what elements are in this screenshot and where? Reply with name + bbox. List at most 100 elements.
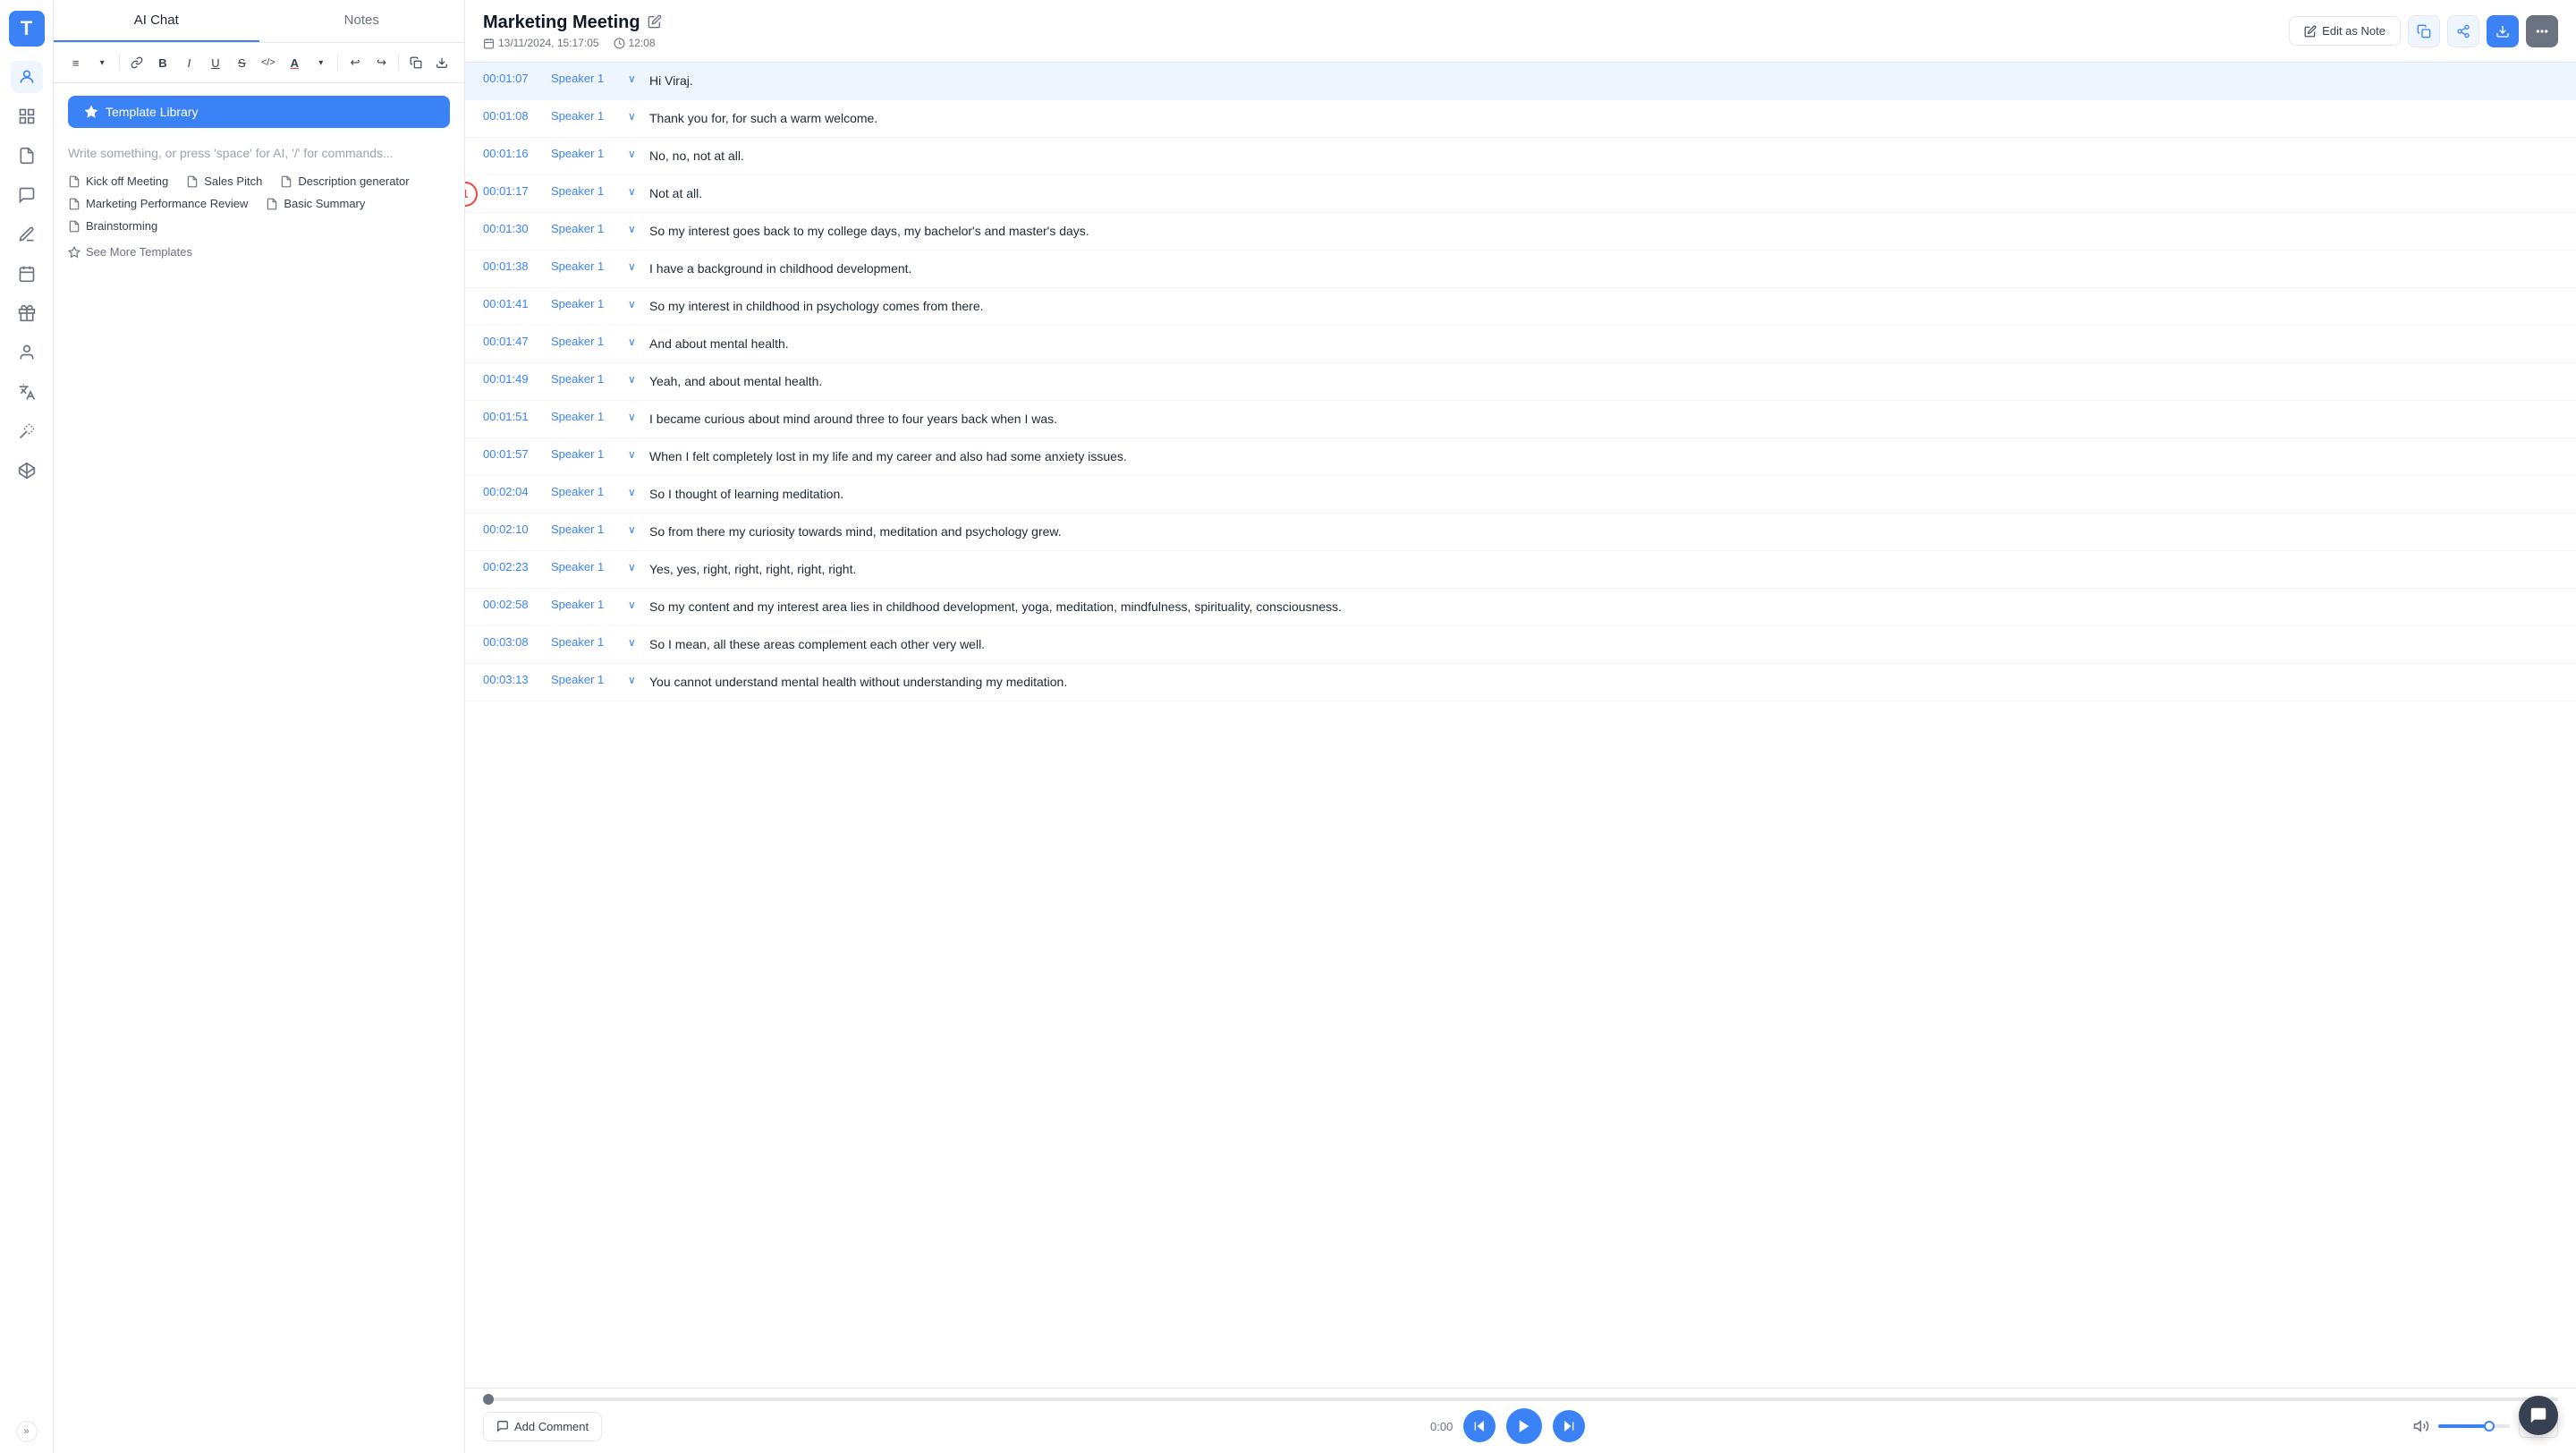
toolbar-bold-btn[interactable]: B	[151, 50, 174, 75]
skip-back-btn[interactable]	[1463, 1410, 1496, 1442]
template-kick-off[interactable]: Kick off Meeting	[68, 174, 168, 188]
speaker-2[interactable]: Speaker 1	[551, 147, 621, 160]
toolbar-font-color-btn[interactable]: A	[284, 50, 306, 75]
timestamp-16[interactable]: 00:03:13	[483, 673, 544, 686]
toolbar-font-color-down-btn[interactable]: ▾	[309, 50, 332, 75]
title-edit-icon[interactable]	[648, 14, 662, 31]
volume-icon[interactable]	[2413, 1418, 2429, 1434]
progress-thumb[interactable]	[483, 1394, 494, 1405]
timestamp-3[interactable]: 00:01:17	[483, 184, 544, 198]
sidebar-icon-chat[interactable]	[11, 179, 43, 211]
speaker-10[interactable]: Speaker 1	[551, 447, 621, 461]
tab-notes[interactable]: Notes	[259, 0, 465, 42]
chevron-16[interactable]: ∨	[628, 674, 642, 686]
sidebar-icon-pen[interactable]	[11, 218, 43, 251]
template-basic-summary[interactable]: Basic Summary	[266, 197, 365, 210]
speaker-5[interactable]: Speaker 1	[551, 259, 621, 273]
template-brainstorming[interactable]: Brainstorming	[68, 219, 157, 233]
speaker-0[interactable]: Speaker 1	[551, 72, 621, 85]
add-comment-btn[interactable]: Add Comment	[483, 1412, 602, 1441]
template-library-btn[interactable]: Template Library	[68, 96, 450, 128]
toolbar-hamburger-btn[interactable]: ≡	[64, 50, 87, 75]
sidebar-icon-magic[interactable]	[11, 415, 43, 447]
speaker-6[interactable]: Speaker 1	[551, 297, 621, 310]
template-sales-pitch[interactable]: Sales Pitch	[186, 174, 262, 188]
sidebar-icon-users[interactable]	[11, 61, 43, 93]
header-more-btn[interactable]	[2526, 15, 2558, 47]
progress-bar-container[interactable]	[483, 1398, 2558, 1401]
timestamp-0[interactable]: 00:01:07	[483, 72, 544, 85]
chevron-10[interactable]: ∨	[628, 448, 642, 461]
sidebar-icon-document[interactable]	[11, 140, 43, 172]
timestamp-4[interactable]: 00:01:30	[483, 222, 544, 235]
speaker-12[interactable]: Speaker 1	[551, 523, 621, 536]
speaker-4[interactable]: Speaker 1	[551, 222, 621, 235]
header-copy-btn[interactable]	[2408, 15, 2440, 47]
timestamp-1[interactable]: 00:01:08	[483, 109, 544, 123]
chevron-9[interactable]: ∨	[628, 411, 642, 423]
toolbar-italic-btn[interactable]: I	[178, 50, 200, 75]
speaker-7[interactable]: Speaker 1	[551, 335, 621, 348]
toolbar-code-btn[interactable]: </>	[257, 50, 279, 75]
chevron-5[interactable]: ∨	[628, 260, 642, 273]
timestamp-14[interactable]: 00:02:58	[483, 598, 544, 611]
chevron-12[interactable]: ∨	[628, 523, 642, 536]
chevron-4[interactable]: ∨	[628, 223, 642, 235]
speaker-3[interactable]: Speaker 1	[551, 184, 621, 198]
see-more-templates-btn[interactable]: See More Templates	[68, 245, 450, 259]
chevron-7[interactable]: ∨	[628, 336, 642, 348]
timestamp-9[interactable]: 00:01:51	[483, 410, 544, 423]
timestamp-11[interactable]: 00:02:04	[483, 485, 544, 498]
speaker-14[interactable]: Speaker 1	[551, 598, 621, 611]
play-btn[interactable]	[1506, 1408, 1542, 1444]
chevron-0[interactable]: ∨	[628, 72, 642, 85]
speaker-1[interactable]: Speaker 1	[551, 109, 621, 123]
header-share-btn[interactable]	[2447, 15, 2479, 47]
toolbar-undo-btn[interactable]: ↩	[343, 50, 366, 75]
chevron-6[interactable]: ∨	[628, 298, 642, 310]
toolbar-redo-btn[interactable]: ↪	[370, 50, 393, 75]
timestamp-15[interactable]: 00:03:08	[483, 635, 544, 649]
sidebar-expand-btn[interactable]: »	[16, 1421, 38, 1442]
tab-ai-chat[interactable]: AI Chat	[54, 0, 259, 42]
chat-bubble-btn[interactable]	[2519, 1396, 2558, 1435]
toolbar-copy-btn[interactable]	[404, 50, 427, 75]
skip-forward-btn[interactable]	[1553, 1410, 1585, 1442]
timestamp-10[interactable]: 00:01:57	[483, 447, 544, 461]
volume-slider[interactable]	[2438, 1424, 2510, 1428]
timestamp-13[interactable]: 00:02:23	[483, 560, 544, 574]
chevron-15[interactable]: ∨	[628, 636, 642, 649]
speaker-16[interactable]: Speaker 1	[551, 673, 621, 686]
chevron-3[interactable]: ∨	[628, 185, 642, 198]
template-marketing[interactable]: Marketing Performance Review	[68, 197, 248, 210]
speaker-9[interactable]: Speaker 1	[551, 410, 621, 423]
chevron-2[interactable]: ∨	[628, 148, 642, 160]
sidebar-icon-gem[interactable]	[11, 455, 43, 487]
sidebar-icon-person[interactable]	[11, 336, 43, 369]
chevron-14[interactable]: ∨	[628, 599, 642, 611]
sidebar-icon-grid[interactable]	[11, 100, 43, 132]
toolbar-link-btn[interactable]	[125, 50, 148, 75]
chevron-1[interactable]: ∨	[628, 110, 642, 123]
sidebar-icon-translate[interactable]	[11, 376, 43, 408]
template-description[interactable]: Description generator	[280, 174, 409, 188]
toolbar-menu-down-btn[interactable]: ▾	[90, 50, 113, 75]
toolbar-download-btn[interactable]	[431, 50, 453, 75]
timestamp-7[interactable]: 00:01:47	[483, 335, 544, 348]
toolbar-strikethrough-btn[interactable]: S	[231, 50, 253, 75]
edit-as-note-btn[interactable]: Edit as Note	[2289, 16, 2401, 46]
speaker-11[interactable]: Speaker 1	[551, 485, 621, 498]
editor-area[interactable]: Write something, or press 'space' for AI…	[54, 135, 464, 1453]
timestamp-2[interactable]: 00:01:16	[483, 147, 544, 160]
chevron-13[interactable]: ∨	[628, 561, 642, 574]
header-download-btn[interactable]	[2487, 15, 2519, 47]
chevron-8[interactable]: ∨	[628, 373, 642, 386]
sidebar-icon-calendar[interactable]	[11, 258, 43, 290]
sidebar-icon-gift[interactable]	[11, 297, 43, 329]
timestamp-12[interactable]: 00:02:10	[483, 523, 544, 536]
transcript-content[interactable]: 00:01:07 Speaker 1 ∨ Hi Viraj. 00:01:08 …	[465, 63, 2576, 1388]
timestamp-6[interactable]: 00:01:41	[483, 297, 544, 310]
volume-thumb[interactable]	[2484, 1421, 2495, 1432]
timestamp-5[interactable]: 00:01:38	[483, 259, 544, 273]
speaker-8[interactable]: Speaker 1	[551, 372, 621, 386]
